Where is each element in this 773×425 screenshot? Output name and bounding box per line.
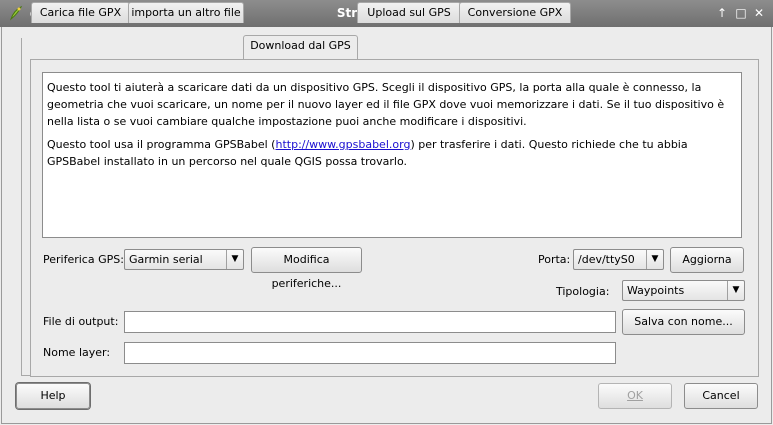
tab-carica-file-gpx[interactable]: Carica file GPX <box>31 2 130 23</box>
tab-importa-altro-file[interactable]: importa un altro file <box>128 2 244 23</box>
info-text-box[interactable]: Questo tool ti aiuterà a scaricare dati … <box>42 72 742 238</box>
keep-above-icon[interactable]: ↑ <box>715 6 729 20</box>
layer-name-label: Nome layer: <box>43 346 111 359</box>
ok-button[interactable]: OK <box>598 383 672 409</box>
chevron-down-icon: ▼ <box>727 281 744 300</box>
tab-conversione-gpx[interactable]: Conversione GPX <box>459 2 571 23</box>
close-icon[interactable]: ✕ <box>752 6 766 20</box>
refresh-button[interactable]: Aggiorna <box>670 247 744 273</box>
save-as-button[interactable]: Salva con nome... <box>622 309 745 335</box>
port-label: Porta: <box>538 253 571 266</box>
device-label: Periferica GPS: <box>43 253 124 266</box>
maximize-icon[interactable]: □ <box>734 6 748 20</box>
tab-frame-edge <box>21 38 30 376</box>
port-select[interactable]: /dev/ttyS0 ▼ <box>573 249 664 270</box>
info-paragraph-1: Questo tool ti aiuterà a scaricare dati … <box>47 81 725 128</box>
info-paragraph-2: Questo tool usa il programma GPSBabel (h… <box>47 138 688 168</box>
output-file-input[interactable] <box>124 311 616 333</box>
device-select[interactable]: Garmin serial ▼ <box>124 249 244 270</box>
feature-type-select[interactable]: Waypoints ▼ <box>622 280 745 301</box>
tab-upload-sul-gps[interactable]: Upload sul GPS <box>357 2 461 23</box>
chevron-down-icon: ▼ <box>646 250 663 269</box>
edit-devices-button[interactable]: Modifica periferiche... <box>251 247 362 290</box>
tab-download-dal-gps[interactable]: Download dal GPS <box>243 35 358 59</box>
chevron-down-icon: ▼ <box>226 250 243 269</box>
feature-type-label: Tipologia: <box>556 285 610 298</box>
cancel-button[interactable]: Cancel <box>684 383 758 409</box>
gpsbabel-link[interactable]: http://www.gpsbabel.org <box>275 138 410 151</box>
help-button[interactable]: Help <box>16 383 90 409</box>
layer-name-input[interactable] <box>124 342 616 364</box>
output-file-label: File di output: <box>43 315 119 328</box>
